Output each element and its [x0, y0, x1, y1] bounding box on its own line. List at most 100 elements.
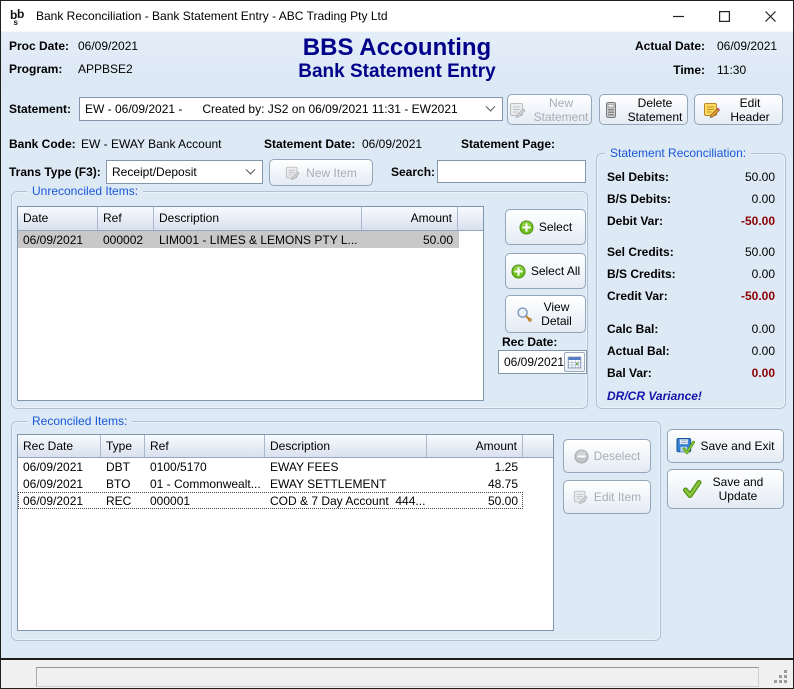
reconciled-header-row: Rec Date Type Ref Description Amount [18, 435, 553, 458]
statement-combobox[interactable]: EW - 06/09/2021 - Created by: JS2 on 06/… [79, 97, 503, 121]
view-detail-label: View Detail [538, 300, 576, 328]
select-all-button[interactable]: Select All [505, 253, 586, 289]
bs-debits-value: 0.00 [752, 192, 775, 206]
table-row[interactable]: 06/09/2021 DBT 0100/5170 EWAY FEES 1.25 [18, 458, 553, 475]
calendar-icon [567, 355, 582, 370]
titlebar: Bank Reconciliation - Bank Statement Ent… [1, 1, 793, 31]
sel-credits-label: Sel Credits: [607, 245, 674, 259]
edit-item-button[interactable]: Edit Item [563, 480, 651, 514]
maximize-button[interactable] [701, 1, 747, 31]
column-header-rec-date: Rec Date [18, 435, 101, 457]
minimize-button[interactable] [655, 1, 701, 31]
cell-rec-date: 06/09/2021 [18, 494, 101, 508]
save-and-exit-button[interactable]: Save and Exit [667, 429, 784, 463]
unreconciled-list[interactable]: Date Ref Description Amount 06/09/2021 0… [17, 206, 484, 401]
cell-ref: 000002 [98, 233, 154, 247]
column-header-ref: Ref [145, 435, 265, 457]
status-message-panel [36, 667, 759, 687]
sel-debits-value: 50.00 [745, 170, 775, 184]
bs-credits-label: B/S Credits: [607, 267, 676, 281]
close-icon [765, 11, 776, 22]
column-header-filler [458, 207, 483, 230]
trans-type-value: Receipt/Deposit [112, 165, 197, 179]
table-row[interactable]: 06/09/2021 BTO 01 - Commonwealt... EWAY … [18, 475, 553, 492]
save-disk-check-icon [676, 437, 695, 456]
magnifier-icon [516, 306, 533, 323]
edit-header-button[interactable]: Edit Header [694, 94, 783, 125]
statement-page-label: Statement Page: [461, 137, 555, 151]
bal-var-value: 0.00 [752, 366, 775, 380]
unreconciled-header-row: Date Ref Description Amount [18, 207, 483, 231]
statusbar [1, 660, 793, 688]
new-statement-button[interactable]: New Statement [507, 94, 592, 125]
unreconciled-group-title: Unreconciled Items: [27, 184, 143, 198]
window-title: Bank Reconciliation - Bank Statement Ent… [36, 9, 388, 23]
cell-description: EWAY FEES [265, 460, 427, 474]
cell-amount: 48.75 [427, 477, 523, 491]
cell-amount: 50.00 [427, 494, 523, 508]
trans-type-label: Trans Type (F3): [9, 165, 101, 179]
calc-bal-value: 0.00 [752, 322, 775, 336]
search-input[interactable] [437, 160, 586, 183]
credit-var-label: Credit Var: [607, 289, 668, 303]
column-header-amount: Amount [427, 435, 523, 457]
rec-date-value: 06/09/2021 [499, 355, 564, 369]
column-header-filler [523, 435, 553, 457]
column-header-date: Date [18, 207, 98, 230]
bal-var-label: Bal Var: [607, 366, 652, 380]
statement-date-value: 06/09/2021 [362, 137, 422, 151]
save-and-update-button[interactable]: Save and Update [667, 469, 784, 509]
table-row[interactable]: 06/09/2021 000002 LIM001 - LIMES & LEMON… [18, 231, 459, 248]
deselect-label: Deselect [594, 449, 641, 463]
new-statement-icon [509, 101, 527, 119]
select-all-label: Select All [531, 264, 580, 278]
rec-date-label: Rec Date: [502, 335, 557, 349]
cell-rec-date: 06/09/2021 [18, 460, 101, 474]
new-item-button[interactable]: New Item [269, 159, 373, 186]
bank-code-label: Bank Code: [9, 137, 76, 151]
rec-date-input[interactable]: 06/09/2021 [498, 350, 587, 374]
cell-type: BTO [101, 477, 145, 491]
calc-bal-label: Calc Bal: [607, 322, 658, 336]
column-header-type: Type [101, 435, 145, 457]
time-value: 11:30 [717, 63, 746, 77]
cell-description: EWAY SETTLEMENT [265, 477, 427, 491]
actual-bal-label: Actual Bal: [607, 344, 670, 358]
column-header-ref: Ref [98, 207, 154, 230]
delete-statement-label: Delete Statement [625, 96, 685, 124]
window-controls [655, 1, 793, 31]
actual-date-value: 06/09/2021 [717, 39, 777, 53]
view-detail-button[interactable]: View Detail [505, 295, 586, 333]
chevron-down-icon [246, 164, 256, 174]
trans-type-combobox[interactable]: Receipt/Deposit [106, 160, 263, 184]
reconciliation-rows: Sel Debits:50.00 B/S Debits:0.00 Debit V… [597, 166, 785, 403]
time-label: Time: [673, 63, 705, 77]
green-check-icon [682, 479, 702, 499]
new-item-icon [285, 165, 301, 181]
table-row[interactable]: 06/09/2021 REC 000001 COD & 7 Day Accoun… [18, 492, 523, 509]
reconciled-list[interactable]: Rec Date Type Ref Description Amount 06/… [17, 434, 554, 631]
cell-rec-date: 06/09/2021 [18, 477, 101, 491]
edit-item-label: Edit Item [594, 490, 641, 504]
delete-statement-button[interactable]: Delete Statement [599, 94, 688, 125]
resize-grip[interactable] [774, 670, 788, 684]
chevron-down-icon [486, 101, 496, 111]
save-and-update-label: Save and Update [707, 475, 769, 503]
cell-type: DBT [101, 460, 145, 474]
actual-bal-value: 0.00 [752, 344, 775, 358]
deselect-button[interactable]: Deselect [563, 439, 651, 473]
close-button[interactable] [747, 1, 793, 31]
calendar-button[interactable] [564, 352, 585, 372]
edit-item-icon [573, 489, 589, 505]
cell-description: COD & 7 Day Account 444... [265, 494, 427, 508]
cell-amount: 50.00 [362, 233, 458, 247]
reconciled-group-title: Reconciled Items: [27, 414, 132, 428]
statement-date-label: Statement Date: [264, 137, 355, 151]
cell-ref: 0100/5170 [145, 460, 265, 474]
credit-var-value: -50.00 [741, 289, 775, 303]
select-button[interactable]: Select [505, 209, 586, 245]
cell-ref: 01 - Commonwealt... [145, 477, 265, 491]
save-and-exit-label: Save and Exit [700, 439, 774, 453]
edit-header-label: Edit Header [726, 96, 774, 124]
bs-credits-value: 0.00 [752, 267, 775, 281]
